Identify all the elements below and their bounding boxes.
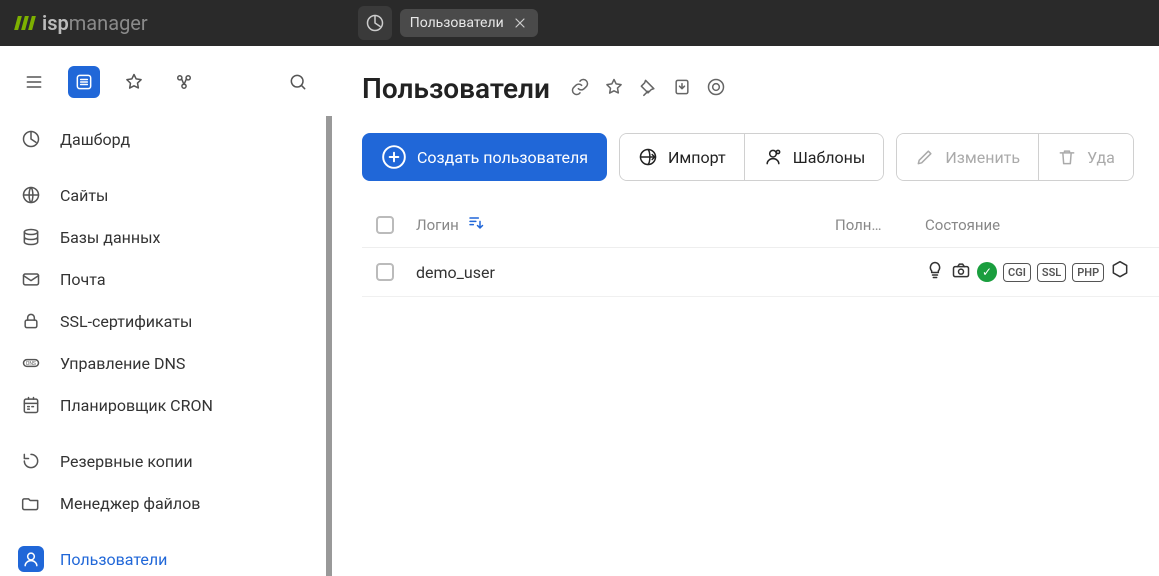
table-row[interactable]: demo_user ✓ CGI SSL PHP (362, 248, 1159, 297)
sidebar-item-ssl[interactable]: SSL-сертификаты (6, 300, 326, 342)
sidebar-item-label: Базы данных (60, 228, 160, 247)
close-icon[interactable] (512, 15, 528, 31)
user-icon (18, 546, 44, 572)
toolbar: Создать пользователя Импорт Шаблоны Изме… (362, 133, 1159, 181)
sort-asc-icon (465, 213, 485, 237)
column-header-fullname[interactable]: Полн… (835, 216, 925, 234)
trash-icon (1057, 147, 1077, 167)
logo-bars-icon (16, 16, 34, 30)
modules-icon[interactable] (168, 66, 200, 98)
create-user-button[interactable]: Создать пользователя (362, 133, 607, 181)
sidebar-item-sites[interactable]: Сайты (6, 174, 326, 216)
import-templates-group: Импорт Шаблоны (619, 133, 884, 181)
main-content: Пользователи Создать пользователя Импорт (332, 46, 1159, 576)
sidebar-item-users[interactable]: Пользователи (6, 538, 326, 576)
sidebar-item-label: Менеджер файлов (60, 494, 200, 513)
svg-text:DNS: DNS (26, 361, 36, 367)
pie-icon (18, 126, 44, 152)
sidebar-item-databases[interactable]: Базы данных (6, 216, 326, 258)
page-header: Пользователи (362, 72, 1159, 105)
camera-icon (951, 260, 971, 284)
sidebar-item-files[interactable]: Менеджер файлов (6, 482, 326, 524)
column-header-login[interactable]: Логин (416, 213, 835, 237)
select-all-checkbox[interactable] (376, 216, 394, 234)
nodejs-icon (1110, 260, 1130, 284)
edit-button[interactable]: Изменить (897, 134, 1038, 180)
sidebar-item-dns[interactable]: DNS Управление DNS (6, 342, 326, 384)
status-ok-icon: ✓ (977, 262, 997, 282)
button-label: Импорт (668, 148, 726, 167)
star-icon[interactable] (118, 66, 150, 98)
topbar: ispmanager Пользователи (0, 0, 1159, 46)
calendar-icon (18, 392, 44, 418)
hamburger-icon[interactable] (18, 66, 50, 98)
cell-login: demo_user (416, 263, 835, 282)
pencil-icon (915, 147, 935, 167)
badge-cgi: CGI (1003, 263, 1031, 282)
database-icon (18, 224, 44, 250)
import-button[interactable]: Импорт (620, 134, 744, 180)
plus-circle-icon (381, 144, 407, 170)
search-icon[interactable] (282, 66, 314, 98)
badge-ssl: SSL (1037, 263, 1066, 282)
help-icon[interactable] (706, 77, 726, 101)
tabs-area: Пользователи (358, 6, 538, 40)
tab-label: Пользователи (410, 15, 504, 31)
sidebar-item-mail[interactable]: Почта (6, 258, 326, 300)
delete-button[interactable]: Уда (1038, 134, 1133, 180)
templates-button[interactable]: Шаблоны (744, 134, 884, 180)
sidebar-item-backup[interactable]: Резервные копии (6, 440, 326, 482)
button-label: Создать пользователя (417, 148, 588, 167)
backup-icon (18, 448, 44, 474)
sidebar: Дашборд Сайты Базы данных Почта (0, 46, 332, 576)
table-header: Логин Полн… Состояние (362, 203, 1159, 248)
pin-icon[interactable] (638, 77, 658, 101)
sidebar-item-label: SSL-сертификаты (60, 312, 192, 331)
row-checkbox[interactable] (376, 263, 394, 281)
sidebar-item-dashboard[interactable]: Дашборд (6, 118, 326, 160)
cell-state: ✓ CGI SSL PHP (925, 260, 1145, 284)
column-header-state[interactable]: Состояние (925, 216, 1145, 234)
page-title: Пользователи (362, 72, 550, 105)
mail-icon (18, 266, 44, 292)
sidebar-item-label: Пользователи (60, 550, 167, 569)
sidebar-item-label: Дашборд (60, 130, 130, 149)
edit-delete-group: Изменить Уда (896, 133, 1134, 181)
lightbulb-icon (925, 260, 945, 284)
select-all-cell (376, 216, 416, 234)
sidebar-toolbar (0, 46, 332, 112)
star-icon[interactable] (604, 77, 624, 101)
sidebar-item-label: Почта (60, 270, 106, 289)
dashboard-tab-button[interactable] (358, 6, 392, 40)
sidebar-item-label: Резервные копии (60, 452, 193, 471)
button-label: Шаблоны (793, 148, 866, 167)
sidebar-item-label: Управление DNS (60, 354, 185, 373)
folder-icon (18, 490, 44, 516)
sidebar-item-cron[interactable]: Планировщик CRON (6, 384, 326, 426)
badge-php: PHP (1072, 263, 1104, 282)
globe-icon (18, 182, 44, 208)
download-icon[interactable] (672, 77, 692, 101)
logo[interactable]: ispmanager (16, 11, 148, 35)
page-header-actions (570, 77, 726, 101)
sidebar-item-label: Планировщик CRON (60, 396, 213, 415)
list-view-icon[interactable] (68, 66, 100, 98)
button-label: Изменить (945, 148, 1020, 167)
templates-icon (763, 147, 783, 167)
import-icon (638, 147, 658, 167)
button-label: Уда (1087, 148, 1115, 167)
logo-text: ispmanager (42, 11, 148, 35)
sidebar-nav: Дашборд Сайты Базы данных Почта (0, 112, 332, 576)
link-icon[interactable] (570, 77, 590, 101)
tab-users[interactable]: Пользователи (400, 9, 538, 37)
sidebar-item-label: Сайты (60, 186, 108, 205)
users-table: Логин Полн… Состояние demo_user ✓ CGI SS… (362, 203, 1159, 297)
row-select-cell (376, 263, 416, 281)
dns-icon: DNS (18, 350, 44, 376)
lock-icon (18, 308, 44, 334)
